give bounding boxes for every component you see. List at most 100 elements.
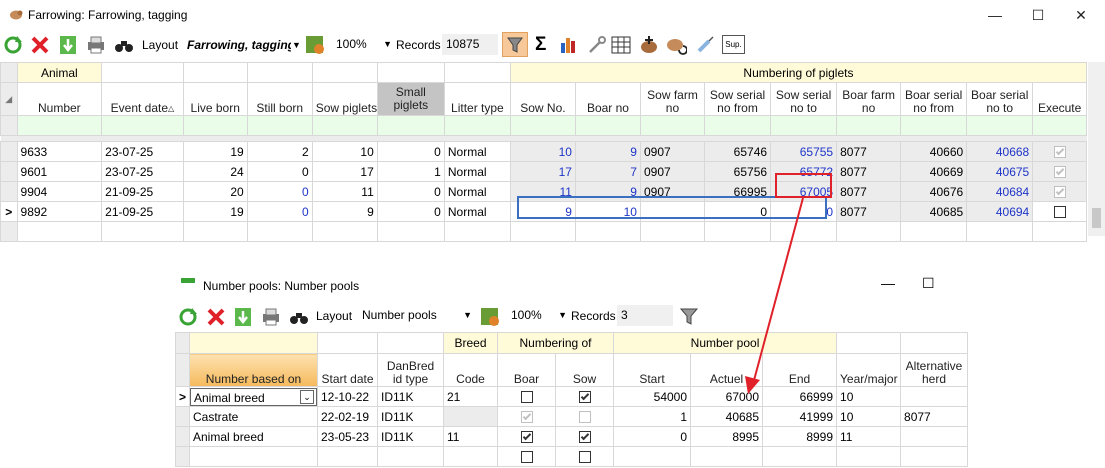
cell-execute[interactable] — [1032, 201, 1087, 222]
cell-sow-serial-from[interactable]: 65746 — [703, 141, 772, 162]
save-down-icon[interactable] — [232, 306, 254, 328]
cell-event-date[interactable]: 21-09-25 — [101, 201, 184, 222]
cell-sow-farm-no[interactable]: 0907 — [639, 141, 705, 162]
empty-cell[interactable] — [311, 221, 378, 242]
col-start-date[interactable]: Start date — [317, 353, 378, 387]
cell-event-date[interactable]: 23-07-25 — [101, 141, 184, 162]
cell-pool-actuel[interactable]: 40685 — [690, 406, 764, 427]
cell-boar-serial-to[interactable]: 40694 — [966, 201, 1034, 222]
execute-checkbox[interactable] — [1053, 146, 1066, 159]
cell-pool-start[interactable]: 1 — [613, 406, 692, 427]
filter-cell[interactable] — [703, 115, 772, 136]
cell-sow[interactable] — [554, 446, 615, 467]
cell-year-major[interactable]: 10 — [836, 386, 902, 407]
maximize-button[interactable]: ☐ — [1023, 4, 1053, 26]
cell-small-piglets[interactable]: 0 — [376, 141, 445, 162]
sow-checkbox[interactable] — [578, 451, 591, 464]
cell-start-date[interactable]: 12-10-22 — [317, 386, 378, 407]
cell-execute[interactable] — [1032, 181, 1087, 202]
execute-checkbox[interactable] — [1053, 186, 1066, 199]
cell-still-born[interactable]: 0 — [246, 201, 313, 222]
col-sow-farm-no[interactable]: Sow farm no — [639, 82, 705, 116]
cell-pool-start[interactable]: 54000 — [613, 386, 692, 407]
col-boar[interactable]: Boar — [497, 353, 556, 387]
row-header[interactable] — [175, 406, 190, 427]
cell-number-based-on[interactable]: Animal breed — [189, 426, 318, 447]
current-row-indicator[interactable]: > — [0, 201, 18, 222]
cell-event-date[interactable]: 23-07-25 — [101, 161, 184, 182]
table-row[interactable]: Animal breed 23-05-23 ID11K 11 0 8995 89… — [175, 426, 969, 447]
new-row[interactable] — [175, 446, 969, 467]
col-live-born[interactable]: Live born — [182, 82, 248, 116]
cell-sow-piglets[interactable]: 9 — [311, 201, 378, 222]
cell-sow-piglets[interactable]: 11 — [311, 181, 378, 202]
empty-cell[interactable] — [443, 221, 511, 242]
chevron-down-icon[interactable]: ⌄ — [300, 389, 314, 404]
vertical-scrollbar[interactable] — [1088, 62, 1105, 236]
empty-cell[interactable] — [762, 446, 838, 467]
wrench-icon[interactable] — [586, 34, 608, 56]
cell-boar-serial-to[interactable]: 40668 — [966, 141, 1034, 162]
cell-sow[interactable] — [554, 426, 615, 447]
col-boar-farm-no[interactable]: Boar farm no — [836, 82, 902, 116]
cell-small-piglets[interactable]: 0 — [376, 201, 445, 222]
cell-boar[interactable] — [497, 406, 556, 427]
cell-boar[interactable] — [497, 386, 556, 407]
col-sow-serial-to[interactable]: Sow serial no to — [770, 82, 838, 116]
cell-still-born[interactable]: 0 — [246, 161, 313, 182]
maximize-button[interactable]: ☐ — [922, 275, 935, 292]
empty-cell[interactable] — [189, 446, 318, 467]
empty-cell[interactable] — [703, 221, 772, 242]
cell-pool-end[interactable]: 66999 — [762, 386, 838, 407]
cell-pool-actuel[interactable]: 8995 — [690, 426, 764, 447]
cell-number-based-on[interactable]: Castrate — [189, 406, 318, 427]
sow-checkbox[interactable] — [578, 411, 591, 424]
cell-id-type[interactable]: ID11K — [377, 386, 444, 407]
sup-button[interactable]: Sup. — [722, 35, 745, 54]
empty-cell[interactable] — [376, 221, 445, 242]
cell-litter-type[interactable]: Normal — [443, 201, 511, 222]
cell-start-date[interactable]: 22-02-19 — [317, 406, 378, 427]
filter-cell[interactable] — [101, 115, 184, 136]
zoom-select[interactable]: 100% ▼ — [507, 305, 569, 326]
scrollbar-thumb[interactable] — [1092, 208, 1101, 228]
cell-boar-serial-from[interactable]: 40660 — [900, 141, 968, 162]
cell-sow-serial-from[interactable]: 65756 — [703, 161, 772, 182]
cell-execute[interactable] — [1032, 161, 1087, 182]
empty-cell[interactable] — [317, 446, 378, 467]
cell-code[interactable] — [443, 406, 498, 427]
empty-cell[interactable] — [639, 221, 705, 242]
empty-cell[interactable] — [101, 221, 184, 242]
col-number-based-on[interactable]: Number based on — [189, 353, 318, 387]
cell-boar-serial-from[interactable]: 40676 — [900, 181, 968, 202]
table-row[interactable]: Castrate 22-02-19 ID11K 1 40685 41999 10… — [175, 406, 969, 427]
filter-cell[interactable] — [900, 115, 968, 136]
cell-code[interactable]: 21 — [443, 386, 498, 407]
empty-cell[interactable] — [182, 221, 248, 242]
col-boar-no[interactable]: Boar no — [574, 82, 641, 116]
add-animal-icon[interactable] — [638, 34, 660, 56]
cell-pool-end[interactable]: 41999 — [762, 406, 838, 427]
boar-checkbox[interactable] — [520, 431, 533, 444]
cell-number[interactable]: 9633 — [16, 141, 103, 162]
filter-button[interactable] — [502, 32, 528, 57]
row-header[interactable] — [0, 141, 18, 162]
cell-sow[interactable] — [554, 406, 615, 427]
cell-live-born[interactable]: 19 — [182, 201, 248, 222]
cell-pool-start[interactable]: 0 — [613, 426, 692, 447]
cell-sow-serial-to[interactable]: 65755 — [770, 141, 838, 162]
cell-id-type[interactable]: ID11K — [377, 406, 444, 427]
empty-cell[interactable] — [1032, 221, 1087, 242]
empty-cell[interactable] — [16, 221, 103, 242]
zoom-select[interactable]: 100% ▼ — [332, 34, 394, 55]
table-icon[interactable] — [610, 34, 632, 56]
cell-live-born[interactable]: 19 — [182, 141, 248, 162]
cell-boar-serial-from[interactable]: 40669 — [900, 161, 968, 182]
empty-cell[interactable] — [900, 446, 969, 467]
col-event-date[interactable]: Event date△ — [101, 82, 184, 116]
delete-icon[interactable] — [205, 306, 227, 328]
layout-settings-icon[interactable] — [304, 34, 326, 56]
col-sow-serial-from[interactable]: Sow serial no from — [703, 82, 772, 116]
empty-cell[interactable] — [966, 221, 1034, 242]
cell-sow-farm-no[interactable]: 0907 — [639, 161, 705, 182]
